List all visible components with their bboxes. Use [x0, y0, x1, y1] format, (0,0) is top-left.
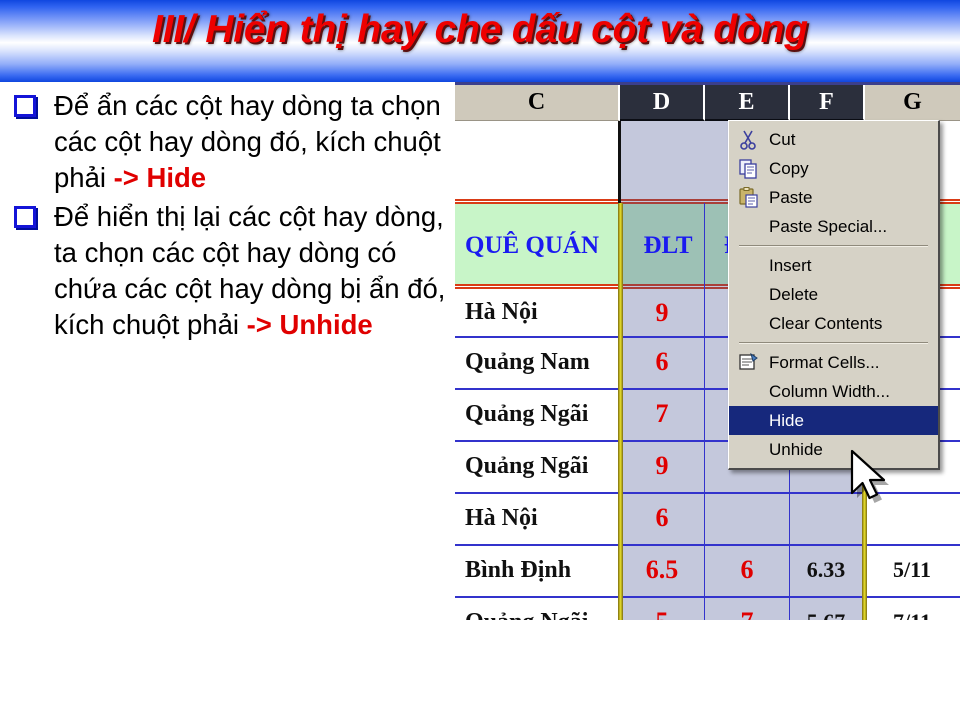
- scissors-icon: [737, 129, 761, 150]
- menu-item-column-width-label: Column Width...: [769, 381, 890, 401]
- column-header-strip: C D E F G: [455, 85, 960, 121]
- table-row[interactable]: 9: [620, 289, 704, 336]
- menu-separator: [739, 342, 928, 344]
- bullet-1-plain: Để ẩn các cột hay dòng ta chọn các cột h…: [54, 90, 441, 193]
- menu-item-clear-contents-label: Clear Contents: [769, 313, 883, 333]
- column-header-c[interactable]: C: [455, 85, 620, 121]
- table-header-dlt-label: ĐLT: [643, 231, 693, 259]
- column-header-f[interactable]: F: [790, 85, 865, 121]
- table-row[interactable]: Quảng Ngãi: [457, 390, 615, 438]
- menu-item-copy-label: Copy: [769, 158, 809, 178]
- menu-item-cut[interactable]: Cut: [729, 125, 938, 154]
- table-row[interactable]: 6.33: [790, 546, 862, 594]
- menu-item-column-width[interactable]: Column Width...: [729, 377, 938, 406]
- menu-item-unhide[interactable]: Unhide: [729, 435, 938, 464]
- bullet-1-highlight: -> Hide: [113, 161, 207, 193]
- table-row[interactable]: 6.5: [620, 546, 704, 594]
- column-header-d[interactable]: D: [620, 85, 705, 121]
- column-header-e[interactable]: E: [705, 85, 790, 121]
- table-row[interactable]: Hà Nội: [457, 289, 615, 336]
- copy-icon: [737, 158, 761, 179]
- table-row[interactable]: 6: [705, 546, 789, 594]
- column-header-g-label: G: [903, 89, 922, 115]
- bullet-list: Để ẩn các cột hay dòng ta chọn các cột h…: [6, 88, 452, 346]
- list-item: Để ẩn các cột hay dòng ta chọn các cột h…: [6, 88, 452, 195]
- list-item: Để hiển thị lại các cột hay dòng, ta chọ…: [6, 199, 452, 342]
- slide-title-banner: III/ Hiển thị hay che dấu cột và dòng: [0, 0, 960, 82]
- column-header-f-label: F: [819, 88, 834, 115]
- table-row[interactable]: 6: [620, 338, 704, 386]
- menu-item-hide-label: Hide: [769, 410, 804, 430]
- table-row[interactable]: 5/11: [867, 546, 957, 594]
- format-cells-icon: [737, 352, 761, 373]
- table-row[interactable]: Quảng Ngãi: [457, 442, 615, 490]
- menu-item-delete[interactable]: Delete: [729, 280, 938, 309]
- menu-item-delete-label: Delete: [769, 284, 819, 304]
- table-row[interactable]: Quảng Nam: [457, 338, 615, 386]
- menu-item-hide[interactable]: Hide: [729, 406, 938, 435]
- column-header-g[interactable]: G: [865, 85, 960, 121]
- menu-item-paste-special-label: Paste Special...: [769, 216, 888, 236]
- menu-item-paste[interactable]: Paste: [729, 183, 938, 212]
- table-row[interactable]: 7/11: [867, 598, 957, 620]
- square-bullet-icon: [14, 206, 36, 229]
- table-row[interactable]: Hà Nội: [457, 494, 615, 542]
- column-c-d-border: [618, 121, 621, 203]
- table-row[interactable]: 6: [620, 494, 704, 542]
- table-row[interactable]: 5: [620, 598, 704, 620]
- menu-item-insert[interactable]: Insert: [729, 251, 938, 280]
- clipboard-icon: [737, 187, 761, 208]
- context-menu[interactable]: Cut Copy Paste Paste Special... Insert D…: [728, 120, 940, 470]
- bullet-2-highlight: -> Unhide: [246, 308, 373, 340]
- table-row[interactable]: Bình Định: [457, 546, 615, 594]
- table-row[interactable]: 7: [705, 598, 789, 620]
- menu-item-format-cells[interactable]: Format Cells...: [729, 348, 938, 377]
- bullet-text: Để ẩn các cột hay dòng ta chọn các cột h…: [54, 88, 452, 195]
- bullet-text: Để hiển thị lại các cột hay dòng, ta chọ…: [54, 199, 452, 342]
- menu-item-copy[interactable]: Copy: [729, 154, 938, 183]
- page-title: III/ Hiển thị hay che dấu cột và dòng: [152, 8, 808, 51]
- column-header-e-label: E: [738, 88, 755, 115]
- menu-item-cut-label: Cut: [769, 129, 796, 149]
- menu-item-paste-label: Paste: [769, 187, 813, 207]
- menu-separator: [739, 245, 928, 247]
- menu-item-paste-special[interactable]: Paste Special...: [729, 212, 938, 241]
- column-header-d-label: D: [652, 88, 671, 115]
- table-row[interactable]: 7: [620, 390, 704, 438]
- table-row[interactable]: 5.67: [790, 598, 862, 620]
- table-header-que-quan-label: QUÊ QUÁN: [465, 231, 600, 259]
- column-header-c-label: C: [527, 89, 546, 115]
- table-header-dlt: ĐLT: [633, 203, 703, 288]
- menu-item-format-cells-label: Format Cells...: [769, 352, 880, 372]
- menu-item-insert-label: Insert: [769, 255, 812, 275]
- menu-item-clear-contents[interactable]: Clear Contents: [729, 309, 938, 338]
- mouse-pointer-icon: [848, 448, 894, 510]
- table-row[interactable]: 9: [620, 442, 704, 490]
- square-bullet-icon: [14, 95, 36, 117]
- menu-item-unhide-label: Unhide: [769, 439, 823, 459]
- table-row[interactable]: Quảng Ngãi: [457, 598, 615, 621]
- table-header-que-quan: QUÊ QUÁN: [465, 203, 615, 288]
